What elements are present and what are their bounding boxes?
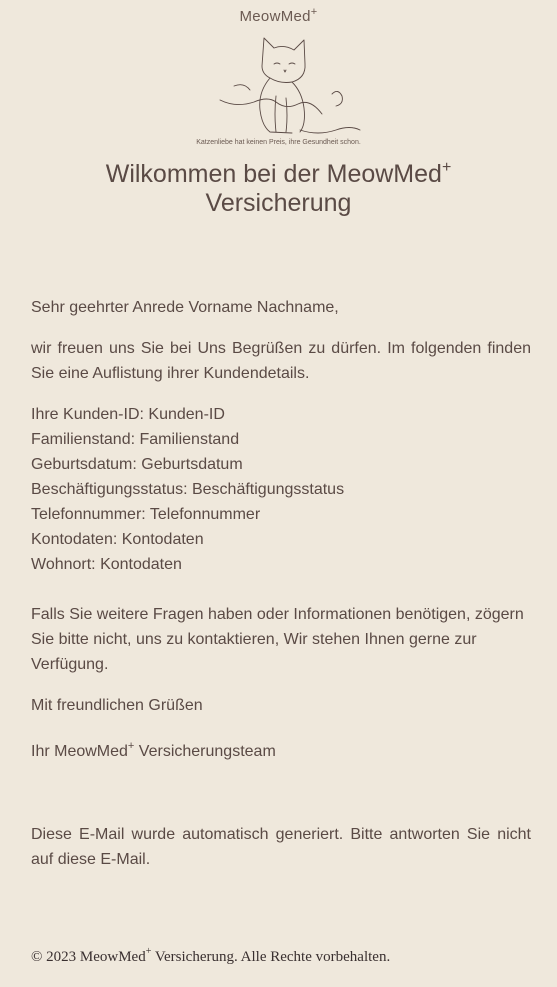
detail-marital-status: Familienstand: Familienstand — [31, 431, 240, 448]
detail-account-data: Kontodaten: Kontodaten — [31, 531, 204, 548]
logo-tagline: Katzenliebe hat keinen Preis, ihre Gesun… — [196, 139, 361, 146]
email-page: MeowMed+ Katzenliebe hat keinen Preis, i… — [0, 0, 557, 987]
page-title: Wilkommen bei der MeowMed+ Versicherung — [0, 160, 557, 218]
logo-brand-text: MeowMed+ — [0, 6, 557, 25]
closing-text: Mit freundlichen Grüßen — [31, 697, 203, 714]
greeting: Sehr geehrter Anrede Vorname Nachname, — [31, 299, 339, 316]
customer-details-list: Ihre Kunden-ID: Kunden-ID Familienstand:… — [31, 402, 531, 577]
detail-phone-number: Telefonnummer: Telefonnummer — [31, 506, 261, 523]
intro-paragraph: wir freuen uns Sie bei Uns Begrüßen zu d… — [31, 340, 531, 382]
copyright-footer: © 2023 MeowMed+ Versicherung. Alle Recht… — [31, 945, 531, 970]
signature-brand: Ihr MeowMed — [31, 743, 128, 760]
title-text-versicherung: Versicherung — [205, 189, 352, 217]
logo-brand-name: MeowMed — [239, 8, 311, 25]
footer-rights: Versicherung. Alle Rechte vorbehalten. — [151, 949, 391, 965]
title-text-main: Wilkommen bei der MeowMed — [105, 160, 442, 188]
meowmed-logo: MeowMed+ Katzenliebe hat keinen Preis, i… — [0, 4, 557, 150]
footer-copyright: © 2023 MeowMed — [31, 949, 146, 965]
questions-paragraph: Falls Sie weitere Fragen haben oder Info… — [31, 606, 524, 673]
signature-team: Versicherungsteam — [134, 743, 276, 760]
detail-residence: Wohnort: Kontodaten — [31, 556, 182, 573]
auto-generated-notice: Diese E-Mail wurde automatisch generiert… — [31, 826, 531, 868]
signature: Ihr MeowMed+ Versicherungsteam — [31, 739, 531, 764]
title-plus: + — [441, 159, 452, 176]
cat-line-art-icon — [219, 37, 361, 134]
detail-customer-id: Ihre Kunden-ID: Kunden-ID — [31, 406, 225, 423]
detail-birth-date: Geburtsdatum: Geburtsdatum — [31, 456, 243, 473]
logo-brand-plus: + — [310, 6, 318, 18]
detail-employment-status: Beschäftigungsstatus: Beschäftigungsstat… — [31, 481, 345, 498]
